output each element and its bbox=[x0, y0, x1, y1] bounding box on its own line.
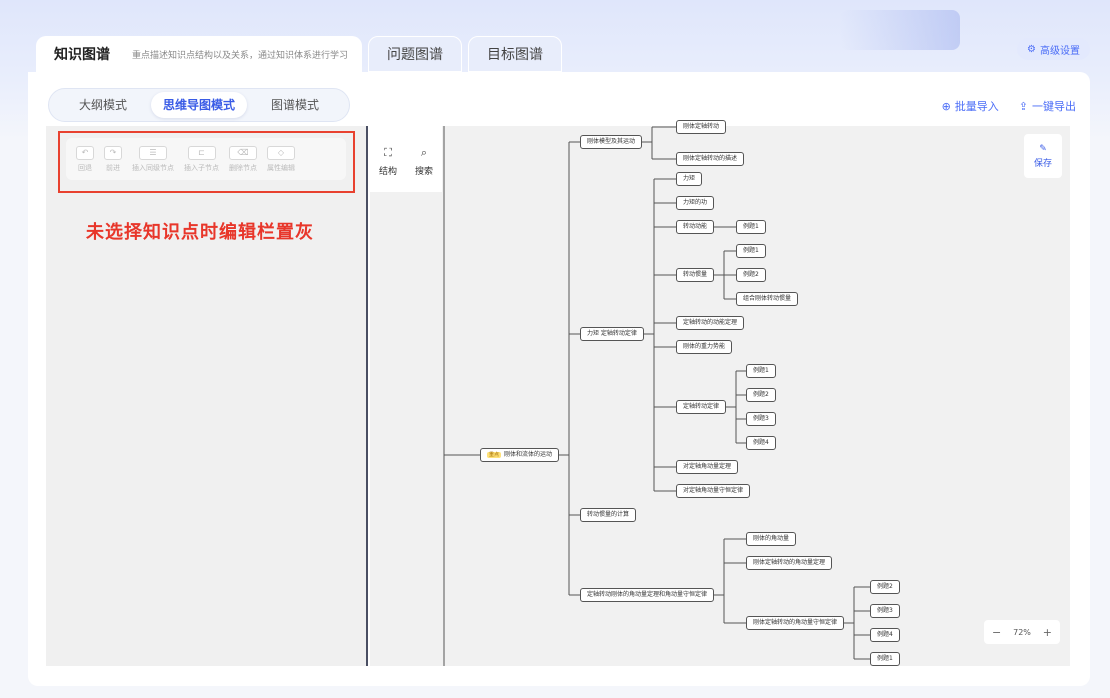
search-label: 搜索 bbox=[414, 166, 433, 177]
search-icon: ⌕ bbox=[420, 145, 428, 159]
batch-import-button[interactable]: ⊕ 批量导入 bbox=[942, 98, 999, 114]
mindmap-node[interactable]: 转动惯量的计算 bbox=[580, 508, 637, 522]
tab-knowledge-graph[interactable]: 知识图谱 重点描述知识点结构以及关系，通过知识体系进行学习 bbox=[36, 36, 363, 72]
zoom-out-button[interactable]: − bbox=[992, 626, 1001, 639]
banner-decoration bbox=[840, 10, 960, 50]
mindmap-node[interactable]: 力矩 定轴转动定律 bbox=[580, 327, 644, 341]
export-label: 一键导出 bbox=[1032, 100, 1076, 113]
mindmap-node[interactable]: 对定轴角动量守恒定律 bbox=[676, 484, 751, 498]
annotation-text: 未选择知识点时编辑栏置灰 bbox=[86, 222, 314, 243]
top-tabs: 知识图谱 重点描述知识点结构以及关系，通过知识体系进行学习 问题图谱 目标图谱 bbox=[36, 36, 568, 72]
mindmap-node[interactable]: 例题2 bbox=[870, 580, 900, 594]
mindmap-node[interactable]: 定轴转动定律 bbox=[676, 400, 727, 414]
mindmap-node[interactable]: 例题3 bbox=[870, 604, 900, 618]
mindmap-node[interactable]: 组合刚体转动惯量 bbox=[736, 292, 799, 306]
mindmap-node[interactable]: 刚体定轴转动的角动量守恒定律 bbox=[746, 616, 845, 630]
save-label: 保存 bbox=[1033, 158, 1052, 169]
advanced-settings-label: 高级设置 bbox=[1040, 45, 1080, 57]
mindmap-node[interactable]: 例题1 bbox=[870, 652, 900, 666]
structure-button[interactable]: ⛶ 结构 bbox=[379, 146, 397, 177]
tab-label: 问题图谱 bbox=[387, 47, 444, 63]
pen-icon: ✎ bbox=[1039, 143, 1047, 154]
tab-question-graph[interactable]: 问题图谱 bbox=[368, 36, 463, 72]
highlight-box bbox=[58, 131, 355, 193]
settings-icon: ⚙ bbox=[1027, 43, 1036, 55]
save-button[interactable]: ✎ 保存 bbox=[1024, 134, 1062, 178]
export-button[interactable]: ⇪ 一键导出 bbox=[1019, 98, 1076, 114]
structure-label: 结构 bbox=[378, 166, 397, 177]
tab-goal-graph[interactable]: 目标图谱 bbox=[468, 36, 563, 72]
mindmap-node[interactable]: 力矩的功 bbox=[676, 196, 715, 210]
mindmap-node[interactable]: 刚体定轴转动的角动量定理 bbox=[746, 556, 833, 570]
header-actions: ⊕ 批量导入 ⇪ 一键导出 bbox=[942, 98, 1076, 114]
tab-mindmap-mode[interactable]: 思维导图模式 bbox=[151, 92, 247, 118]
mindmap-node[interactable]: 力矩 bbox=[676, 172, 703, 186]
node-label: 刚体和流体的运动 bbox=[504, 451, 553, 458]
edit-panel: ↶ 回退 ↷ 前进 ☰ 插入同级节点 ⊏ 插入子节点 ⌫ 删除节点 ◇ 属性编辑 bbox=[46, 126, 368, 666]
mindmap-node[interactable]: 定轴转动的动能定理 bbox=[676, 316, 745, 330]
mindmap-node[interactable]: 转动惯量 bbox=[676, 268, 715, 282]
search-button[interactable]: ⌕ 搜索 bbox=[415, 146, 433, 177]
tab-label: 知识图谱 bbox=[54, 47, 110, 63]
tab-description: 重点描述知识点结构以及关系，通过知识体系进行学习 bbox=[132, 50, 349, 61]
mindmap-node[interactable]: 刚体的重力势能 bbox=[676, 340, 733, 354]
zoom-level: 72% bbox=[1013, 627, 1031, 637]
mindmap-node[interactable]: 刚体定轴转动 bbox=[676, 120, 727, 134]
mindmap-node[interactable]: 刚体模型及其运动 bbox=[580, 135, 643, 149]
zoom-control: − 72% + bbox=[984, 620, 1060, 644]
mindmap-node[interactable]: 例题1 bbox=[736, 220, 766, 234]
mindmap-node[interactable]: 对定轴角动量定理 bbox=[676, 460, 739, 474]
mindmap-node[interactable]: 例题2 bbox=[736, 268, 766, 282]
tab-graph-mode[interactable]: 图谱模式 bbox=[247, 92, 343, 118]
side-tools: ⛶ 结构 ⌕ 搜索 bbox=[370, 126, 442, 192]
mindmap-node[interactable]: 刚体的角动量 bbox=[746, 532, 797, 546]
mindmap-node[interactable]: 例题1 bbox=[736, 244, 766, 258]
tab-label: 目标图谱 bbox=[487, 47, 544, 63]
tab-outline-mode[interactable]: 大纲模式 bbox=[55, 92, 151, 118]
export-icon: ⇪ bbox=[1018, 99, 1028, 113]
mindmap-node[interactable]: 转动动能 bbox=[676, 220, 715, 234]
structure-icon: ⛶ bbox=[384, 145, 392, 159]
mindmap-node[interactable]: 例题4 bbox=[746, 436, 776, 450]
zoom-in-button[interactable]: + bbox=[1043, 626, 1052, 639]
mindmap-node[interactable]: 刚体定轴转动的描述 bbox=[676, 152, 745, 166]
import-icon: ⊕ bbox=[941, 99, 951, 113]
advanced-settings-button[interactable]: ⚙ 高级设置 bbox=[1017, 38, 1090, 60]
mindmap-node[interactable]: 例题2 bbox=[746, 388, 776, 402]
mode-tabs: 大纲模式 思维导图模式 图谱模式 bbox=[48, 88, 350, 122]
mindmap-connectors bbox=[443, 126, 870, 666]
mindmap-node[interactable]: 例题3 bbox=[746, 412, 776, 426]
mindmap-root-node[interactable]: 重点 刚体和流体的运动 bbox=[480, 448, 560, 462]
mindmap-node[interactable]: 例题4 bbox=[870, 628, 900, 642]
mindmap-canvas[interactable]: ⛶ 结构 ⌕ 搜索 ✎ 保存 − 72% + 重点 刚体和流体的运动 刚体定轴转动… bbox=[370, 120, 1070, 666]
mindmap-node[interactable]: 例题1 bbox=[746, 364, 776, 378]
mindmap-node[interactable]: 定轴转动刚体的角动量定理和角动量守恒定律 bbox=[580, 588, 715, 602]
key-point-badge: 重点 bbox=[487, 452, 502, 458]
batch-import-label: 批量导入 bbox=[954, 100, 999, 113]
main-card: 大纲模式 思维导图模式 图谱模式 ⊕ 批量导入 ⇪ 一键导出 ↶ 回退 ↷ 前进… bbox=[28, 72, 1090, 686]
